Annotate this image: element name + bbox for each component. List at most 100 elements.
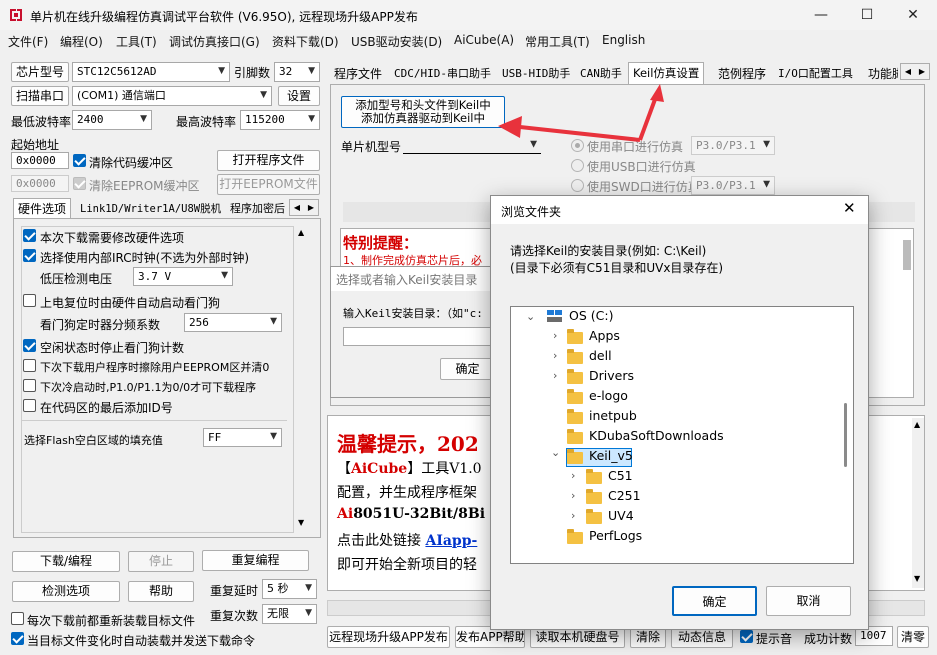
scan-port-button[interactable]: 扫描串口 xyxy=(11,86,69,106)
stop-button[interactable]: 停止 xyxy=(128,551,194,572)
low-voltage-select[interactable]: 3.7 V ▼ xyxy=(133,267,233,286)
remote-upgrade-button[interactable]: 远程现场升级APP发布 xyxy=(327,626,450,648)
watchdog-divider-select[interactable]: 256 ▼ xyxy=(184,313,282,332)
tab-hardware-options[interactable]: 硬件选项 xyxy=(13,198,72,218)
menu-program[interactable]: 编程(O) xyxy=(60,33,103,50)
scroll-up-icon[interactable]: ▲ xyxy=(914,420,920,429)
scroll-down-icon[interactable]: ▼ xyxy=(298,518,304,527)
chevron-left-icon[interactable]: ◀ xyxy=(290,200,304,215)
detect-options-button[interactable]: 检测选项 xyxy=(12,581,120,602)
tree-inetpub[interactable]: inetpub xyxy=(589,408,637,423)
chevron-right-icon[interactable]: › xyxy=(571,469,575,482)
tab-examples[interactable]: 范例程序 xyxy=(714,64,770,84)
menu-common-tools[interactable]: 常用工具(T) xyxy=(525,33,590,50)
menu-usb-driver[interactable]: USB驱动安装(D) xyxy=(351,33,442,50)
open-eeprom-button[interactable]: 打开EEPROM文件 xyxy=(217,174,320,195)
tree-kduba[interactable]: KDubaSoftDownloads xyxy=(589,428,724,443)
browse-ok-button[interactable]: 确定 xyxy=(672,586,757,616)
eeprom-address-input[interactable]: 0x0000 xyxy=(11,175,69,192)
options-scrollbar[interactable]: ▲ ▼ xyxy=(295,226,311,533)
add-keil-button[interactable]: 添加型号和头文件到Keil中 添加仿真器驱动到Keil中 xyxy=(341,96,505,128)
pins-select[interactable]: 32 ▼ xyxy=(274,62,320,82)
swd-sim-radio[interactable] xyxy=(571,179,584,192)
tree-os-c[interactable]: OS (C:) xyxy=(569,308,613,323)
port-select[interactable]: (COM1) 通信端口 ▼ xyxy=(72,86,272,106)
internal-irc-checkbox[interactable] xyxy=(23,249,36,262)
chevron-down-icon[interactable]: ⌄ xyxy=(526,310,535,323)
scroll-up-icon[interactable]: ▲ xyxy=(298,228,304,237)
max-baud-select[interactable]: 115200 ▼ xyxy=(240,110,320,130)
idle-stop-watchdog-checkbox[interactable] xyxy=(23,339,36,352)
folder-tree[interactable]: ⌄ OS (C:) › Apps › dell › Drivers e-logo… xyxy=(510,306,854,564)
scroll-down-icon[interactable]: ▼ xyxy=(914,574,920,583)
chevron-right-icon[interactable]: ▶ xyxy=(304,200,318,215)
tab-scroll-arrows[interactable]: ◀ ▶ xyxy=(289,199,319,216)
tip-scrollbar[interactable]: ▲ ▼ xyxy=(912,418,924,588)
reload-each-checkbox[interactable] xyxy=(11,612,24,625)
add-id-checkbox[interactable] xyxy=(23,399,36,412)
watchdog-auto-checkbox[interactable] xyxy=(23,294,36,307)
tree-apps[interactable]: Apps xyxy=(589,328,620,343)
menu-english[interactable]: English xyxy=(602,33,645,47)
swd-port-select[interactable]: P3.0/P3.1 ▼ xyxy=(691,176,775,195)
auto-reload-checkbox[interactable] xyxy=(11,632,24,645)
close-button[interactable]: ✕ xyxy=(890,0,936,30)
tree-keil-v5[interactable]: Keil_v5 xyxy=(589,448,633,463)
modify-hw-checkbox[interactable] xyxy=(23,229,36,242)
close-icon[interactable]: ✕ xyxy=(843,199,856,217)
aiapp-link[interactable]: AIapp- xyxy=(425,533,477,549)
browse-cancel-button[interactable]: 取消 xyxy=(766,586,851,616)
clear-code-checkbox[interactable] xyxy=(73,154,86,167)
menu-file[interactable]: 文件(F) xyxy=(8,33,48,50)
beep-checkbox[interactable] xyxy=(740,630,753,643)
chevron-right-icon[interactable]: › xyxy=(571,489,575,502)
chevron-right-icon[interactable]: › xyxy=(571,509,575,522)
tree-perflogs[interactable]: PerfLogs xyxy=(589,528,642,543)
keil-dir-input[interactable] xyxy=(343,327,495,346)
chevron-right-icon[interactable]: › xyxy=(553,369,557,382)
tab-io-config[interactable]: I/O口配置工具 xyxy=(774,64,857,84)
chevron-right-icon[interactable]: ▶ xyxy=(915,64,929,79)
code-address-input[interactable]: 0x0000 xyxy=(11,152,69,169)
maximize-button[interactable]: ☐ xyxy=(844,0,890,30)
menu-aicube[interactable]: AiCube(A) xyxy=(454,33,514,47)
minimize-button[interactable]: — xyxy=(798,0,844,30)
repeat-delay-select[interactable]: 5 秒 ▼ xyxy=(262,579,317,599)
tab-encryption[interactable]: 程序加密后 xyxy=(226,199,289,219)
menu-debug[interactable]: 调试仿真接口(G) xyxy=(169,33,260,50)
tree-c51[interactable]: C51 xyxy=(608,468,633,483)
tree-drivers[interactable]: Drivers xyxy=(589,368,634,383)
notice-scrollbar[interactable] xyxy=(903,240,911,270)
reset-count-button[interactable]: 清零 xyxy=(897,626,929,648)
erase-eeprom-checkbox[interactable] xyxy=(23,359,36,372)
settings-button[interactable]: 设置 xyxy=(278,86,320,106)
chevron-right-icon[interactable]: › xyxy=(553,329,557,342)
usb-sim-radio[interactable] xyxy=(571,159,584,172)
chevron-left-icon[interactable]: ◀ xyxy=(901,64,915,79)
tab-offline[interactable]: Link1D/Writer1A/U8W脱机 xyxy=(76,199,225,219)
tab-cdc-serial[interactable]: CDC/HID-串口助手 xyxy=(390,64,495,84)
tab-pin-function[interactable]: 功能脚 xyxy=(864,64,898,84)
min-baud-select[interactable]: 2400 ▼ xyxy=(72,110,152,130)
flash-fill-select[interactable]: FF ▼ xyxy=(203,428,282,447)
help-button[interactable]: 帮助 xyxy=(128,581,194,602)
chip-model-select[interactable]: STC12C5612AD ▼ xyxy=(72,62,230,82)
repeat-count-select[interactable]: 无限 ▼ xyxy=(262,604,317,624)
right-tab-scroll-arrows[interactable]: ◀ ▶ xyxy=(900,63,930,80)
clear-eeprom-checkbox[interactable] xyxy=(73,177,86,190)
cold-start-checkbox[interactable] xyxy=(23,379,36,392)
tree-c251[interactable]: C251 xyxy=(608,488,641,503)
download-button[interactable]: 下载/编程 xyxy=(12,551,120,572)
menu-tools[interactable]: 工具(T) xyxy=(116,33,157,50)
chevron-right-icon[interactable]: › xyxy=(553,349,557,362)
tree-scrollbar-thumb[interactable] xyxy=(844,403,847,467)
chevron-down-icon[interactable]: ⌄ xyxy=(551,446,560,459)
tree-uv4[interactable]: UV4 xyxy=(608,508,634,523)
tree-e-logo[interactable]: e-logo xyxy=(589,388,628,403)
menu-download[interactable]: 资料下载(D) xyxy=(272,33,339,50)
tab-program-file[interactable]: 程序文件 xyxy=(330,64,386,84)
keil-dir-ok-button[interactable]: 确定 xyxy=(440,358,495,380)
open-program-button[interactable]: 打开程序文件 xyxy=(217,150,320,171)
tree-dell[interactable]: dell xyxy=(589,348,612,363)
uart-port-select[interactable]: P3.0/P3.1 ▼ xyxy=(691,136,775,155)
